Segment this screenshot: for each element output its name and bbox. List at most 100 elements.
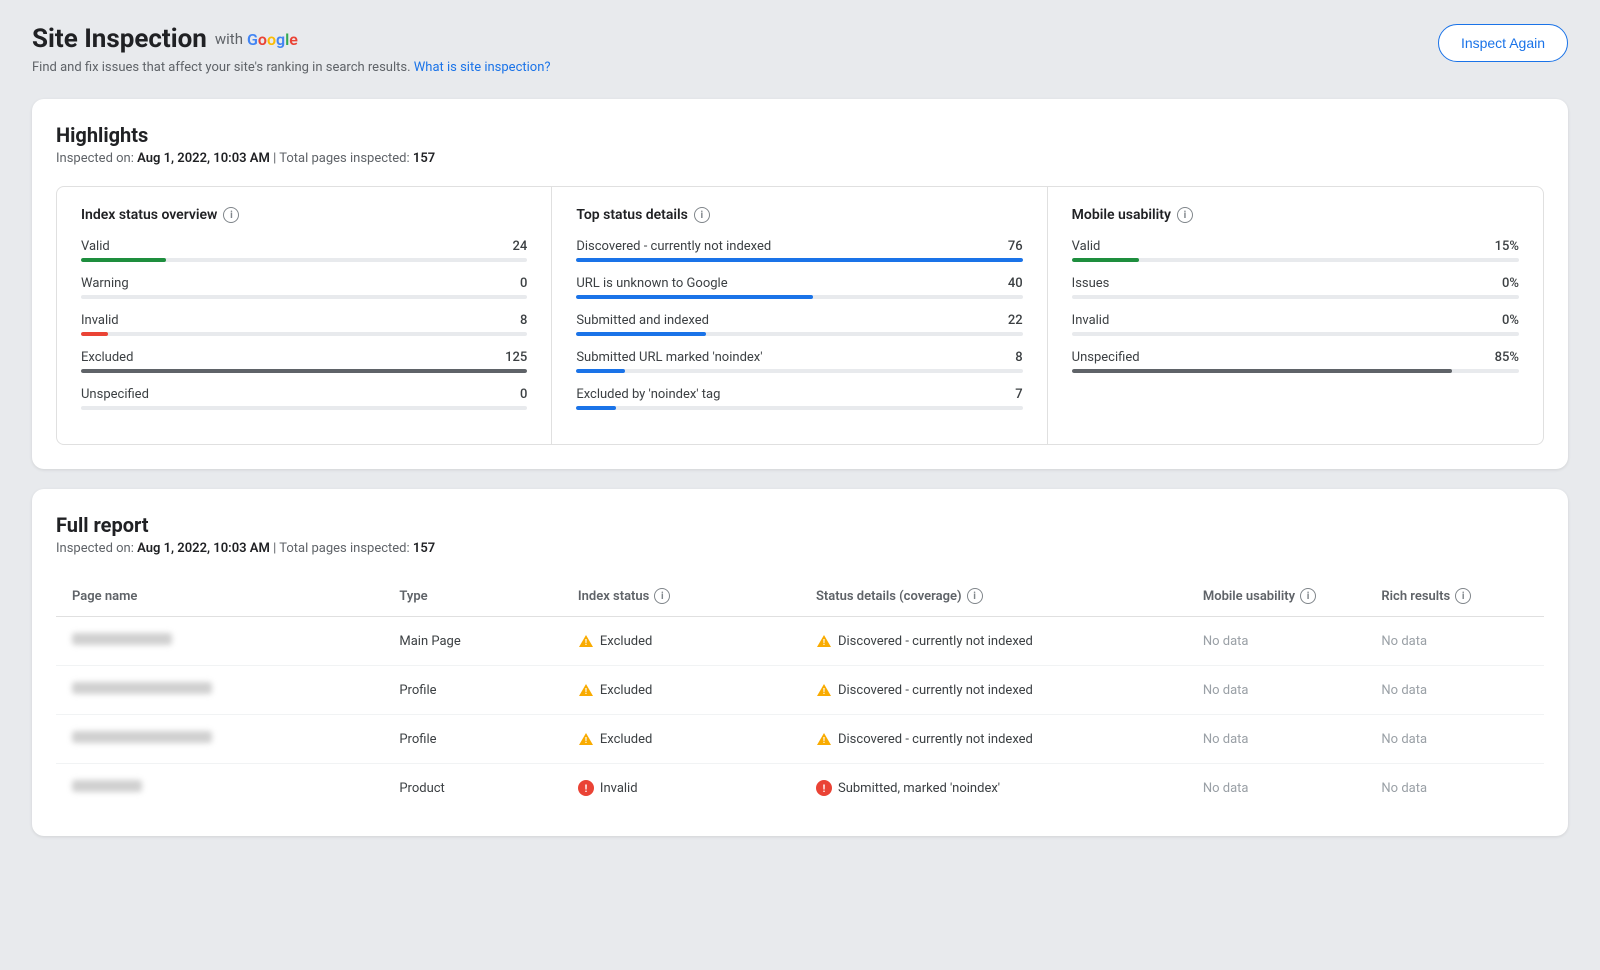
index-status-info-icon[interactable]: i xyxy=(223,207,239,223)
bar-value: 0 xyxy=(520,276,527,291)
bar-label: Valid xyxy=(81,239,110,254)
status-details-text: Discovered - currently not indexed xyxy=(838,634,1033,649)
bar-track xyxy=(81,295,527,299)
page-name-blurred xyxy=(72,731,212,743)
bar-row: Warning 0 xyxy=(81,276,527,299)
td-index-status: ! Excluded xyxy=(562,666,800,715)
google-g: G xyxy=(247,30,258,49)
report-table-body: Main Page ! Excluded ! Discovered - curr… xyxy=(56,617,1544,813)
bar-fill xyxy=(1072,258,1139,262)
top-status-info-icon[interactable]: i xyxy=(694,207,710,223)
google-o2: o xyxy=(267,30,276,49)
th-mobile-usability-inner: Mobile usability i xyxy=(1203,588,1350,604)
index-status-badge: ! Excluded xyxy=(578,683,784,698)
index-status-badge: ! Excluded xyxy=(578,634,784,649)
subtitle-text: Find and fix issues that affect your sit… xyxy=(32,60,411,75)
svg-text:!: ! xyxy=(823,736,825,745)
td-page-name xyxy=(56,764,383,813)
th-status-details-info-icon[interactable]: i xyxy=(967,588,983,604)
report-table-header-row: Page name Type Index status i Status det… xyxy=(56,576,1544,617)
svg-text:!: ! xyxy=(585,638,587,647)
td-rich-results: No data xyxy=(1365,764,1544,813)
bar-label-row: Issues 0% xyxy=(1072,276,1519,291)
bar-row: Valid 15% xyxy=(1072,239,1519,262)
bar-row: Excluded by 'noindex' tag 7 xyxy=(576,387,1022,410)
td-index-status: ! Excluded xyxy=(562,617,800,666)
td-mobile-usability: No data xyxy=(1187,666,1366,715)
svg-text:!: ! xyxy=(585,687,587,696)
th-index-status-info-icon[interactable]: i xyxy=(654,588,670,604)
td-page-name xyxy=(56,715,383,764)
bar-track xyxy=(576,369,1022,373)
title-row: Site Inspection with Google xyxy=(32,24,551,54)
bar-track xyxy=(576,295,1022,299)
type-text: Product xyxy=(399,781,444,796)
full-report-inspected-date: Aug 1, 2022, 10:03 AM xyxy=(137,541,270,556)
bar-row: Discovered - currently not indexed 76 xyxy=(576,239,1022,262)
index-status-badge: ! Invalid xyxy=(578,780,784,796)
mobile-usability-info-icon[interactable]: i xyxy=(1177,207,1193,223)
bar-label-row: Warning 0 xyxy=(81,276,527,291)
td-type: Main Page xyxy=(383,617,562,666)
td-page-name xyxy=(56,666,383,715)
th-rich-results-info-icon[interactable]: i xyxy=(1455,588,1471,604)
index-status-bars: Valid 24 Warning 0 Invalid 8 xyxy=(81,239,527,410)
index-status-panel: Index status overview i Valid 24 Warning… xyxy=(57,187,552,444)
bar-value: 22 xyxy=(1008,313,1023,328)
bar-label: Unspecified xyxy=(81,387,149,402)
bar-fill xyxy=(576,295,813,299)
bar-label: Submitted URL marked 'noindex' xyxy=(576,350,762,365)
td-type: Profile xyxy=(383,715,562,764)
bar-label: Excluded xyxy=(81,350,133,365)
bar-value: 40 xyxy=(1008,276,1023,291)
rich-no-data: No data xyxy=(1381,683,1427,698)
highlights-total-pages: 157 xyxy=(413,151,435,166)
th-page-name-label: Page name xyxy=(72,589,137,604)
bar-value: 85% xyxy=(1495,350,1519,365)
status-details-badge: ! Discovered - currently not indexed xyxy=(816,683,1171,698)
bar-label: Invalid xyxy=(81,313,119,328)
bar-track xyxy=(1072,258,1519,262)
bar-row: Excluded 125 xyxy=(81,350,527,373)
mobile-usability-bars: Valid 15% Issues 0% Invalid 0% xyxy=(1072,239,1519,373)
th-type-label: Type xyxy=(399,589,427,604)
th-status-details: Status details (coverage) i xyxy=(800,576,1187,617)
status-details-text: Discovered - currently not indexed xyxy=(838,683,1033,698)
td-rich-results: No data xyxy=(1365,617,1544,666)
bar-fill xyxy=(81,258,166,262)
bar-label-row: Submitted URL marked 'noindex' 8 xyxy=(576,350,1022,365)
bar-value: 125 xyxy=(505,350,527,365)
full-report-card: Full report Inspected on: Aug 1, 2022, 1… xyxy=(32,489,1568,836)
top-status-title-text: Top status details xyxy=(576,207,688,223)
status-details-badge: ! Discovered - currently not indexed xyxy=(816,634,1171,649)
bar-fill xyxy=(576,258,1022,262)
mobile-usability-title: Mobile usability i xyxy=(1072,207,1519,223)
svg-text:!: ! xyxy=(585,736,587,745)
google-o1: o xyxy=(258,30,267,49)
inspect-again-button[interactable]: Inspect Again xyxy=(1438,24,1568,62)
th-mobile-usability-info-icon[interactable]: i xyxy=(1300,588,1316,604)
td-status-details: ! Discovered - currently not indexed xyxy=(800,617,1187,666)
bar-track xyxy=(576,258,1022,262)
bar-label-row: Excluded by 'noindex' tag 7 xyxy=(576,387,1022,402)
index-status-text: Excluded xyxy=(600,683,652,698)
th-rich-results-inner: Rich results i xyxy=(1381,588,1528,604)
what-is-inspection-link[interactable]: What is site inspection? xyxy=(414,60,551,75)
page-name-blurred xyxy=(72,682,212,694)
page-subtitle: Find and fix issues that affect your sit… xyxy=(32,60,551,75)
bar-fill xyxy=(576,332,705,336)
bar-value: 24 xyxy=(513,239,528,254)
mobile-usability-title-text: Mobile usability xyxy=(1072,207,1171,223)
table-row: Main Page ! Excluded ! Discovered - curr… xyxy=(56,617,1544,666)
bar-label: Excluded by 'noindex' tag xyxy=(576,387,720,402)
bar-row: Submitted URL marked 'noindex' 8 xyxy=(576,350,1022,373)
bar-row: Invalid 8 xyxy=(81,313,527,336)
highlights-inspected-date: Aug 1, 2022, 10:03 AM xyxy=(137,151,270,166)
header-left: Site Inspection with Google Find and fix… xyxy=(32,24,551,75)
status-details-badge: ! Discovered - currently not indexed xyxy=(816,732,1171,747)
td-status-details: ! Submitted, marked 'noindex' xyxy=(800,764,1187,813)
td-type: Product xyxy=(383,764,562,813)
th-rich-results-label: Rich results xyxy=(1381,589,1450,604)
google-logo: Google xyxy=(247,30,298,49)
bar-track xyxy=(576,406,1022,410)
